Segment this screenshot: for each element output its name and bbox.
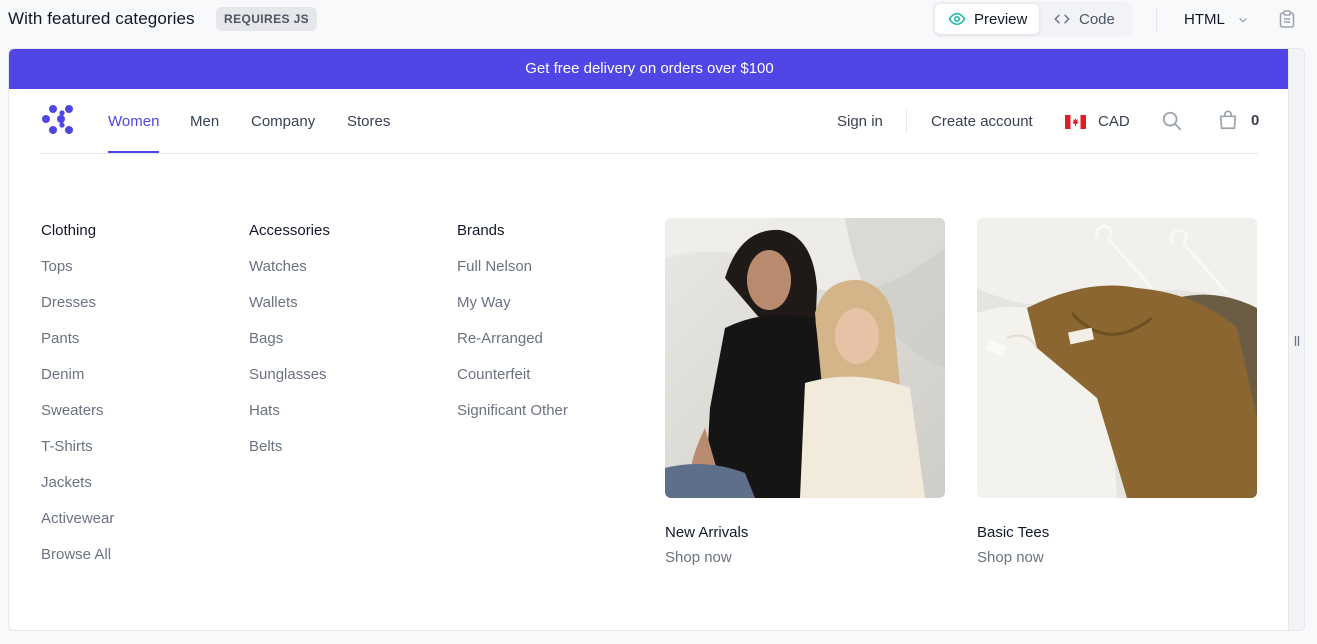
code-brackets-icon — [1054, 14, 1070, 24]
cart-count: 0 — [1251, 111, 1260, 129]
header-divider — [906, 109, 907, 133]
menu-link[interactable]: Wallets — [249, 293, 330, 313]
search-icon — [1162, 111, 1182, 131]
basic-tees-image[interactable] — [977, 218, 1257, 498]
view-toggle: Preview Code — [932, 1, 1132, 37]
copy-button[interactable] — [1279, 10, 1295, 33]
nav-men[interactable]: Men — [190, 89, 219, 153]
menu-link[interactable]: Jackets — [41, 473, 114, 493]
menu-link[interactable]: Counterfeit — [457, 365, 568, 385]
menu-column-clothing: Clothing Tops Dresses Pants Denim Sweate… — [41, 221, 114, 581]
chevron-down-icon — [1239, 17, 1247, 22]
language-label: HTML — [1184, 11, 1225, 28]
resize-handle-icon[interactable] — [1294, 335, 1300, 347]
column-heading: Accessories — [249, 222, 330, 239]
link-list: Full Nelson My Way Re-Arranged Counterfe… — [457, 257, 568, 421]
nav-stores[interactable]: Stores — [347, 89, 390, 153]
currency-label: CAD — [1098, 113, 1130, 130]
brand-mark-icon — [42, 105, 73, 134]
menu-link[interactable]: Bags — [249, 329, 330, 349]
code-button[interactable]: Code — [1050, 3, 1130, 35]
menu-link[interactable]: Sweaters — [41, 401, 114, 421]
menu-link[interactable]: Activewear — [41, 509, 114, 529]
menu-link[interactable]: Tops — [41, 257, 114, 277]
featured-basic-tees: Basic Tees Shop now — [977, 218, 1257, 566]
toolbar-divider — [1156, 8, 1157, 32]
shop-now-link[interactable]: Shop now — [665, 549, 945, 566]
requires-js-badge: REQUIRES JS — [216, 7, 318, 31]
cart-button[interactable]: 0 — [1217, 109, 1259, 131]
clipboard-icon — [1279, 10, 1295, 28]
search-button[interactable] — [1161, 110, 1183, 137]
currency-selector[interactable]: CAD — [1065, 113, 1130, 130]
sign-in-link[interactable]: Sign in — [837, 89, 883, 155]
preview-frame: Get free delivery on orders over $100 Wo… — [8, 48, 1305, 631]
store-header: Women Men Company Stores Sign in Create … — [41, 89, 1259, 155]
eye-icon — [948, 12, 966, 26]
doc-toolbar: With featured categories REQUIRES JS Pre… — [0, 0, 1317, 40]
link-list: Tops Dresses Pants Denim Sweaters T-Shir… — [41, 257, 114, 565]
create-account-link[interactable]: Create account — [931, 89, 1033, 155]
menu-link[interactable]: Hats — [249, 401, 330, 421]
featured-title[interactable]: New Arrivals — [665, 524, 945, 541]
menu-column-accessories: Accessories Watches Wallets Bags Sunglas… — [249, 221, 330, 473]
menu-link[interactable]: Re-Arranged — [457, 329, 568, 349]
shop-now-link[interactable]: Shop now — [977, 549, 1257, 566]
column-heading: Brands — [457, 222, 505, 239]
store-logo[interactable] — [41, 104, 75, 141]
menu-link[interactable]: Watches — [249, 257, 330, 277]
menu-link[interactable]: Dresses — [41, 293, 114, 313]
menu-link[interactable]: T-Shirts — [41, 437, 114, 457]
menu-column-brands: Brands Full Nelson My Way Re-Arranged Co… — [457, 221, 568, 437]
featured-new-arrivals: New Arrivals Shop now — [665, 218, 945, 566]
code-label: Code — [1079, 10, 1115, 28]
canada-flag-icon — [1065, 114, 1086, 129]
column-heading: Clothing — [41, 222, 97, 239]
menu-link[interactable]: Significant Other — [457, 401, 568, 421]
language-select[interactable]: HTML — [1184, 11, 1249, 28]
menu-link[interactable]: Belts — [249, 437, 330, 457]
menu-link[interactable]: Denim — [41, 365, 114, 385]
preview-label: Preview — [974, 10, 1028, 28]
menu-link[interactable]: Full Nelson — [457, 257, 568, 277]
shopping-bag-icon — [1219, 110, 1237, 130]
nav-women[interactable]: Women — [108, 89, 160, 153]
menu-link[interactable]: Sunglasses — [249, 365, 330, 385]
link-list: Watches Wallets Bags Sunglasses Hats Bel… — [249, 257, 330, 457]
promo-banner: Get free delivery on orders over $100 — [9, 49, 1290, 89]
page-title: With featured categories — [8, 9, 195, 28]
preview-button[interactable]: Preview — [934, 3, 1040, 35]
nav-company[interactable]: Company — [251, 89, 315, 153]
menu-link[interactable]: Browse All — [41, 545, 114, 565]
menu-link[interactable]: Pants — [41, 329, 114, 349]
new-arrivals-image[interactable] — [665, 218, 945, 498]
featured-title[interactable]: Basic Tees — [977, 524, 1257, 541]
menu-link[interactable]: My Way — [457, 293, 568, 313]
